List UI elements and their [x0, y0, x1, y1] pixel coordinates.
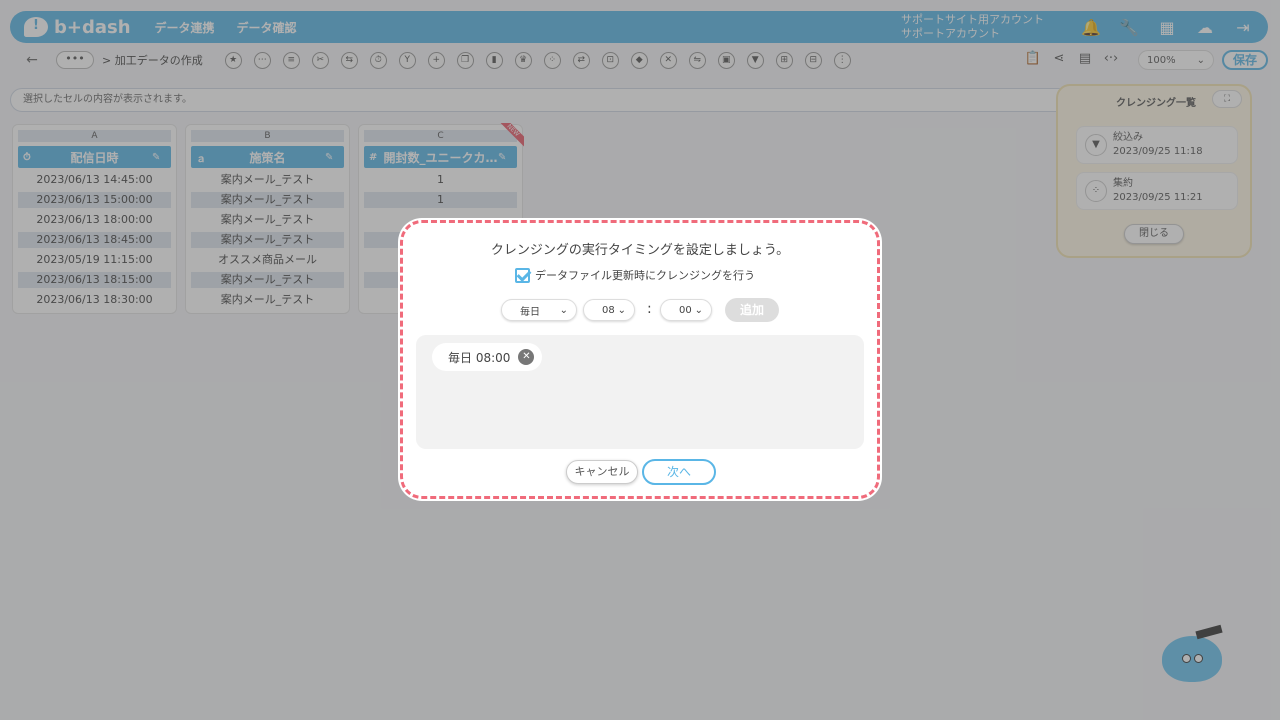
cleansing-timing-modal: クレンジングの実行タイミングを設定しましょう。 データファイル更新時にクレンジン…: [400, 220, 880, 499]
schedule-tag-label: 毎日 08:00: [448, 350, 511, 365]
modal-title: クレンジングの実行タイミングを設定しましょう。: [490, 243, 790, 258]
minute-value: 00: [679, 304, 692, 316]
schedule-tag: 毎日 08:00 ✕: [432, 343, 543, 371]
schedule-list: 毎日 08:00 ✕: [416, 335, 864, 449]
checkbox-checked-icon[interactable]: [515, 267, 530, 283]
chevron-down-icon: ⌄: [694, 304, 703, 316]
update-trigger-checkbox[interactable]: データファイル更新時にクレンジングを行う: [515, 267, 755, 283]
checkbox-label: データファイル更新時にクレンジングを行う: [535, 269, 755, 282]
frequency-select[interactable]: 毎日 ⌄: [501, 299, 577, 321]
cancel-button[interactable]: キャンセル: [566, 460, 638, 484]
frequency-value: 毎日: [520, 306, 540, 318]
time-separator: :: [647, 301, 652, 317]
next-button[interactable]: 次へ: [642, 459, 716, 485]
chevron-down-icon: ⌄: [559, 304, 568, 316]
chevron-down-icon: ⌄: [617, 304, 626, 316]
add-button[interactable]: 追加: [725, 298, 779, 322]
hour-select[interactable]: 08 ⌄: [583, 299, 635, 321]
hour-value: 08: [602, 304, 615, 316]
minute-select[interactable]: 00 ⌄: [660, 299, 712, 321]
remove-circle-icon[interactable]: ✕: [518, 349, 535, 365]
